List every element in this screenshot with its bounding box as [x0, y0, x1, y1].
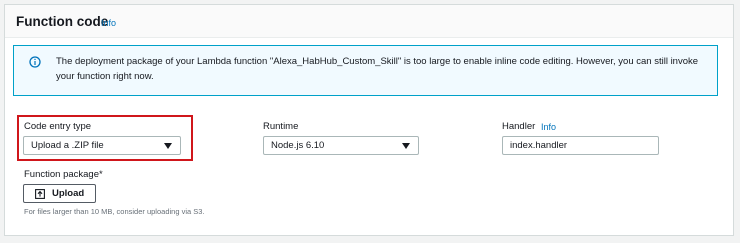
- upload-icon: [35, 189, 45, 199]
- runtime-select[interactable]: Node.js 6.10: [263, 136, 419, 155]
- upload-hint: For files larger than 10 MB, consider up…: [24, 207, 205, 216]
- panel-header: Function code Info: [5, 5, 733, 38]
- runtime-value: Node.js 6.10: [271, 140, 325, 151]
- upload-button-label: Upload: [52, 188, 85, 199]
- highlight-box: [17, 115, 193, 161]
- function-package-label: Function package*: [24, 169, 103, 180]
- title-info-link[interactable]: Info: [101, 18, 116, 28]
- info-alert: The deployment package of your Lambda fu…: [13, 45, 718, 96]
- handler-info-link[interactable]: Info: [541, 122, 556, 132]
- alert-message: The deployment package of your Lambda fu…: [56, 56, 699, 82]
- info-circle-icon: [29, 56, 41, 68]
- upload-button[interactable]: Upload: [23, 184, 96, 203]
- panel-title: Function code: [16, 14, 109, 29]
- handler-input[interactable]: [502, 136, 659, 155]
- chevron-down-icon: [402, 143, 410, 149]
- handler-label: Handler: [502, 121, 536, 132]
- runtime-label: Runtime: [263, 121, 299, 132]
